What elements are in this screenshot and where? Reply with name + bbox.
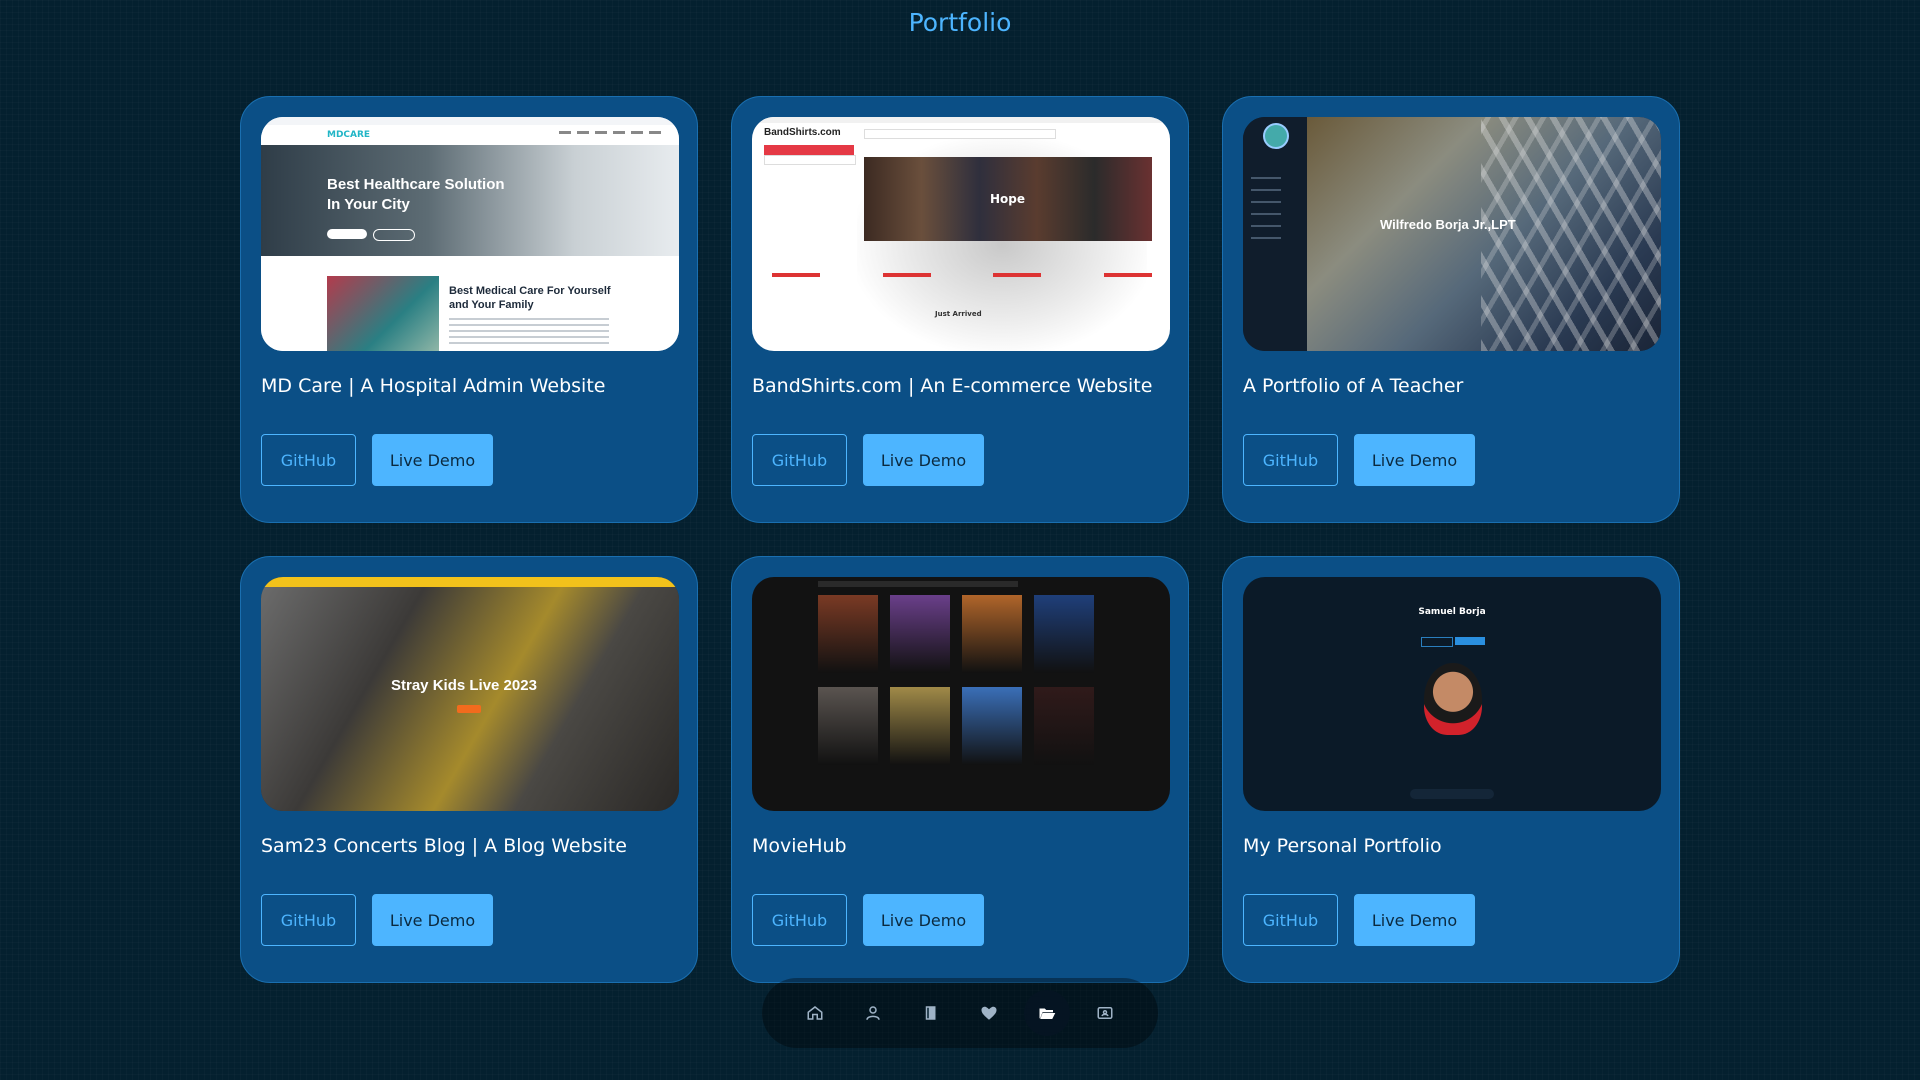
live-demo-button[interactable]: Live Demo xyxy=(863,434,984,486)
thumb-headline-2: In Your City xyxy=(327,196,410,213)
thumb-headline-1: Best Healthcare Solution xyxy=(327,176,505,193)
github-button[interactable]: GitHub xyxy=(752,434,847,486)
nav-services[interactable] xyxy=(966,990,1012,1036)
nav-home[interactable] xyxy=(792,990,838,1036)
movie-poster xyxy=(1034,595,1094,673)
project-thumbnail: Stray Kids Live 2023 xyxy=(261,577,679,811)
project-card-moviehub: MovieHub GitHub Live Demo xyxy=(731,556,1189,983)
project-title: MovieHub xyxy=(752,835,847,857)
nav-experience[interactable] xyxy=(908,990,954,1036)
github-button[interactable]: GitHub xyxy=(1243,894,1338,946)
thumb-name: Wilfredo Borja Jr.,LPT xyxy=(1380,217,1516,232)
movie-poster xyxy=(818,595,878,673)
section-title: Portfolio xyxy=(908,8,1012,37)
project-card-md-care: MDCARE Best Healthcare Solution In Your C… xyxy=(240,96,698,523)
live-demo-button[interactable]: Live Demo xyxy=(1354,434,1475,486)
movie-poster xyxy=(962,687,1022,765)
project-card-bandshirts: BandShirts.com Hope Just Arrived BandShi… xyxy=(731,96,1189,523)
project-title: MD Care | A Hospital Admin Website xyxy=(261,375,606,397)
live-demo-button[interactable]: Live Demo xyxy=(372,894,493,946)
thumb-sub-2: and Your Family xyxy=(449,299,534,311)
project-card-teacher-portfolio: Wilfredo Borja Jr.,LPT A Portfolio of A … xyxy=(1222,96,1680,523)
github-button[interactable]: GitHub xyxy=(752,894,847,946)
github-button[interactable]: GitHub xyxy=(261,434,356,486)
live-demo-button[interactable]: Live Demo xyxy=(863,894,984,946)
thumb-hero-text: Stray Kids Live 2023 xyxy=(391,677,537,694)
contact-card-icon xyxy=(1097,1007,1113,1019)
project-thumbnail: Samuel Borja xyxy=(1243,577,1661,811)
nav-portfolio[interactable] xyxy=(1024,990,1070,1036)
movie-poster xyxy=(962,595,1022,673)
project-title: Sam23 Concerts Blog | A Blog Website xyxy=(261,835,627,857)
thumb-hero-text: Hope xyxy=(990,192,1026,206)
folder-open-icon xyxy=(1039,1008,1056,1019)
thumb-brand: BandShirts.com xyxy=(764,127,841,138)
movie-poster xyxy=(818,687,878,765)
home-icon xyxy=(807,1006,823,1020)
project-thumbnail: MDCARE Best Healthcare Solution In Your C… xyxy=(261,117,679,351)
project-thumbnail: Wilfredo Borja Jr.,LPT xyxy=(1243,117,1661,351)
project-card-sam23-blog: Stray Kids Live 2023 Sam23 Concerts Blog… xyxy=(240,556,698,983)
project-thumbnail xyxy=(752,577,1170,811)
project-thumbnail: BandShirts.com Hope Just Arrived xyxy=(752,117,1170,351)
thumb-logo: MDCARE xyxy=(327,130,371,140)
thumb-section-label: Just Arrived xyxy=(935,310,982,318)
project-title: A Portfolio of A Teacher xyxy=(1243,375,1464,397)
book-icon xyxy=(925,1006,936,1020)
nav-about[interactable] xyxy=(850,990,896,1036)
project-title: BandShirts.com | An E-commerce Website xyxy=(752,375,1153,397)
user-icon xyxy=(866,1006,880,1020)
project-card-personal-portfolio: Samuel Borja My Personal Portfolio GitHu… xyxy=(1222,556,1680,983)
thumb-sub-1: Best Medical Care For Yourself xyxy=(449,285,611,297)
handshake-icon xyxy=(981,1006,997,1020)
project-title: My Personal Portfolio xyxy=(1243,835,1442,857)
movie-poster xyxy=(890,687,950,765)
bottom-nav xyxy=(762,978,1158,1048)
live-demo-button[interactable]: Live Demo xyxy=(1354,894,1475,946)
thumb-name: Samuel Borja xyxy=(1418,607,1486,617)
movie-poster xyxy=(1034,687,1094,765)
nav-contact[interactable] xyxy=(1082,990,1128,1036)
github-button[interactable]: GitHub xyxy=(1243,434,1338,486)
portfolio-grid: MDCARE Best Healthcare Solution In Your C… xyxy=(240,96,1680,983)
profile-photo xyxy=(1424,663,1482,735)
github-button[interactable]: GitHub xyxy=(261,894,356,946)
movie-poster xyxy=(890,595,950,673)
live-demo-button[interactable]: Live Demo xyxy=(372,434,493,486)
